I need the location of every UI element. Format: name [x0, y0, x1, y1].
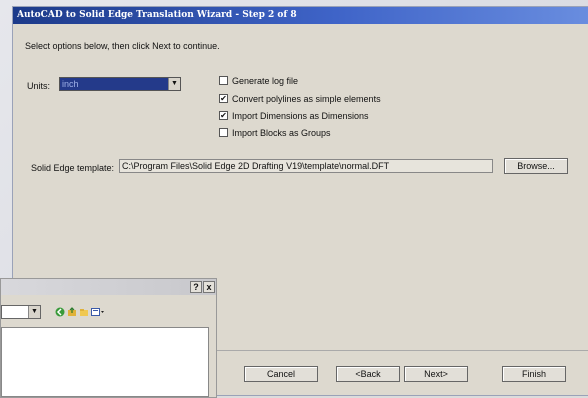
look-in-dropdown[interactable]: ▼: [1, 305, 41, 319]
back-icon[interactable]: [55, 307, 65, 317]
wizard-title-bar: AutoCAD to Solid Edge Translation Wizard…: [13, 7, 588, 24]
checkbox-box[interactable]: [219, 76, 228, 85]
help-button[interactable]: ?: [190, 281, 202, 293]
dialog-toolbar: [55, 305, 105, 319]
chevron-down-icon[interactable]: ▼: [28, 306, 40, 318]
browse-button[interactable]: Browse...: [504, 158, 568, 174]
checkbox-box-checked[interactable]: ✔: [219, 94, 228, 103]
checkbox-box[interactable]: [219, 128, 228, 137]
up-folder-icon[interactable]: [67, 307, 77, 317]
units-dropdown[interactable]: inch ▼: [59, 77, 181, 91]
close-button[interactable]: x: [203, 281, 215, 293]
views-menu-icon[interactable]: [91, 307, 105, 317]
checkbox-label: Import Blocks as Groups: [232, 128, 331, 138]
units-selected-value: inch: [60, 78, 168, 90]
instruction-text: Select options below, then click Next to…: [25, 41, 220, 51]
checkbox-box-checked[interactable]: ✔: [219, 111, 228, 120]
chevron-down-icon[interactable]: ▼: [168, 78, 180, 90]
finish-button[interactable]: Finish: [502, 366, 566, 382]
checkbox-label: Generate log file: [232, 76, 299, 86]
checkbox-label: Import Dimensions as Dimensions: [232, 111, 369, 121]
file-dialog: ? x ▼: [0, 278, 217, 398]
checkbox-label: Convert polylines as simple elements: [232, 94, 381, 104]
cancel-button[interactable]: Cancel: [244, 366, 318, 382]
dialog-title-bar: [1, 279, 216, 295]
back-button[interactable]: <Back: [336, 366, 400, 382]
new-folder-icon[interactable]: [79, 307, 89, 317]
template-path-field[interactable]: C:\Program Files\Solid Edge 2D Drafting …: [119, 159, 493, 173]
next-button[interactable]: Next>: [404, 366, 468, 382]
units-label: Units:: [27, 81, 51, 91]
template-label: Solid Edge template:: [31, 163, 115, 173]
